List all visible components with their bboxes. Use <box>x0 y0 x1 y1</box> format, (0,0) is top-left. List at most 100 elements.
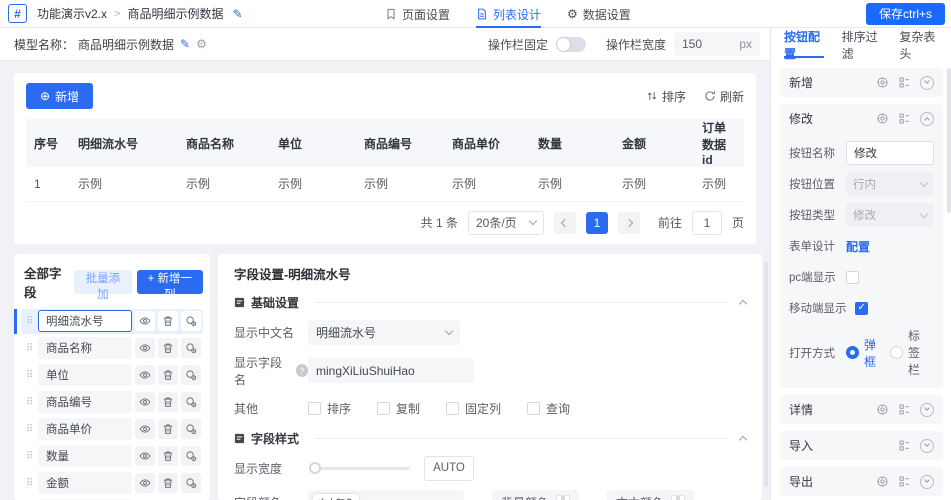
current-page[interactable]: 1 <box>585 211 608 234</box>
condition-icon[interactable] <box>876 76 889 89</box>
opbar-width-input[interactable] <box>682 37 728 51</box>
trash-icon[interactable] <box>158 473 178 493</box>
relation-icon[interactable] <box>181 365 201 385</box>
mobile-display-checkbox[interactable] <box>855 301 868 315</box>
accordion-header[interactable]: 新增 <box>780 68 943 97</box>
chevron-down-circle-icon[interactable] <box>920 75 935 90</box>
middle-scrollbar[interactable] <box>764 261 768 487</box>
form-config-icon[interactable] <box>898 439 911 452</box>
checkbox[interactable] <box>377 402 391 415</box>
eye-icon[interactable] <box>135 419 155 439</box>
trash-icon[interactable] <box>158 446 178 466</box>
field-name-input[interactable] <box>38 445 132 467</box>
goto-page-input[interactable] <box>691 210 722 235</box>
chevron-down-circle-icon[interactable] <box>920 474 935 489</box>
condition-icon[interactable] <box>876 403 889 416</box>
chevron-down-circle-icon[interactable] <box>920 402 935 417</box>
relation-icon[interactable] <box>181 419 201 439</box>
model-gear-icon[interactable]: ⚙ <box>196 37 207 51</box>
accordion-header[interactable]: 修改 <box>780 104 943 133</box>
tab-complex-header[interactable]: 复杂表头 <box>899 28 939 61</box>
edit-pencil-icon[interactable]: ✎ <box>232 7 242 21</box>
slider-handle[interactable] <box>309 461 321 474</box>
option-fixed[interactable]: 固定列 <box>446 400 501 417</box>
prev-page-button[interactable] <box>553 211 576 234</box>
auto-width-button[interactable]: AUTO <box>424 455 474 481</box>
width-slider[interactable] <box>308 461 410 474</box>
eye-icon[interactable] <box>135 473 155 493</box>
option-sort[interactable]: 排序 <box>308 400 351 417</box>
batch-add-button[interactable]: 批量添加 <box>74 269 132 301</box>
sort-button[interactable]: 排序 <box>646 88 686 105</box>
field-row[interactable]: ⠿ <box>21 363 203 388</box>
radio-unchecked[interactable] <box>890 346 904 359</box>
field-row[interactable]: ⠿ <box>21 336 203 361</box>
accordion-header[interactable]: 详情 <box>780 395 943 424</box>
condition-icon[interactable] <box>876 475 889 488</box>
accordion-header[interactable]: 导入 <box>780 431 943 460</box>
app-logo[interactable]: # <box>8 4 27 23</box>
eye-icon[interactable] <box>135 446 155 466</box>
field-row[interactable]: ⠿ <box>14 308 203 334</box>
add-record-button[interactable]: ⊕ 新增 <box>26 83 94 109</box>
open-mode-tab[interactable]: 标签栏 <box>890 327 920 378</box>
eye-icon[interactable] <box>135 311 155 331</box>
save-button[interactable]: 保存ctrl+s <box>865 2 945 25</box>
field-row[interactable]: ⠿ <box>21 444 203 469</box>
button-position-select[interactable]: 行内 <box>846 172 935 196</box>
column-header[interactable]: 序号 <box>26 119 70 167</box>
add-column-button[interactable]: + 新增一列 <box>136 269 203 301</box>
color-swatch[interactable] <box>556 495 571 500</box>
column-header[interactable]: 商品编号 <box>356 119 444 167</box>
option-query[interactable]: 查询 <box>527 400 570 417</box>
model-edit-pencil-icon[interactable]: ✎ <box>180 37 190 51</box>
eye-icon[interactable] <box>135 365 155 385</box>
field-name-input[interactable] <box>38 337 132 359</box>
column-header[interactable]: 数量 <box>530 119 614 167</box>
tab-sort-filter[interactable]: 排序过滤 <box>842 28 882 61</box>
section-basic-header[interactable]: 基础设置 <box>234 294 748 312</box>
checkbox[interactable] <box>527 402 541 415</box>
form-config-icon[interactable] <box>898 403 911 416</box>
form-config-icon[interactable] <box>898 76 911 89</box>
button-type-select[interactable]: 修改 <box>846 203 935 227</box>
next-page-button[interactable] <box>617 211 640 234</box>
column-header[interactable]: 明细流水号 <box>70 119 178 167</box>
drag-handle-icon[interactable]: ⠿ <box>23 343 35 354</box>
button-name-input[interactable] <box>846 141 935 165</box>
color-swatch[interactable] <box>671 495 686 500</box>
page-size-select[interactable]: 20条/页 <box>467 210 544 235</box>
breadcrumb-page[interactable]: 商品明细示例数据 <box>127 5 223 22</box>
nav-page-settings[interactable]: 页面设置 <box>385 0 450 28</box>
relation-icon[interactable] <box>181 473 201 493</box>
table-row[interactable]: 1 示例 示例 示例 示例 示例 示例 示例 示例 <box>26 167 744 202</box>
field-name-input[interactable] <box>38 364 132 386</box>
field-row[interactable]: ⠿ <box>21 417 203 442</box>
field-row[interactable]: ⠿ <box>21 471 203 496</box>
drag-handle-icon[interactable]: ⠿ <box>23 424 35 435</box>
checkbox[interactable] <box>308 402 321 415</box>
trash-icon[interactable] <box>158 365 178 385</box>
refresh-button[interactable]: 刷新 <box>704 88 744 105</box>
chevron-down-circle-icon[interactable] <box>920 438 935 453</box>
eye-icon[interactable] <box>135 338 155 358</box>
collapse-icon[interactable] <box>738 435 748 445</box>
relation-icon[interactable] <box>181 338 201 358</box>
accordion-header[interactable]: 导出 <box>780 467 943 496</box>
form-config-icon[interactable] <box>898 475 911 488</box>
field-color-input[interactable]: 文本颜色 <box>308 489 464 500</box>
relation-icon[interactable] <box>181 392 201 412</box>
section-style-header[interactable]: 字段样式 <box>234 430 748 448</box>
field-row[interactable]: ⠿ <box>21 390 203 415</box>
trash-icon[interactable] <box>158 338 178 358</box>
right-scrollbar[interactable] <box>947 68 951 213</box>
background-color-button[interactable]: 背景颜色 <box>492 489 580 500</box>
pc-display-checkbox[interactable] <box>846 270 859 284</box>
column-header[interactable]: 商品名称 <box>178 119 270 167</box>
nav-list-design[interactable]: 列表设计 <box>476 0 542 28</box>
field-name-input[interactable] <box>38 472 132 494</box>
nav-data-settings[interactable]: ⚙ 数据设置 <box>567 0 631 28</box>
column-header[interactable]: 商品单价 <box>444 119 530 167</box>
drag-handle-icon[interactable]: ⠿ <box>23 316 35 327</box>
trash-icon[interactable] <box>158 392 178 412</box>
